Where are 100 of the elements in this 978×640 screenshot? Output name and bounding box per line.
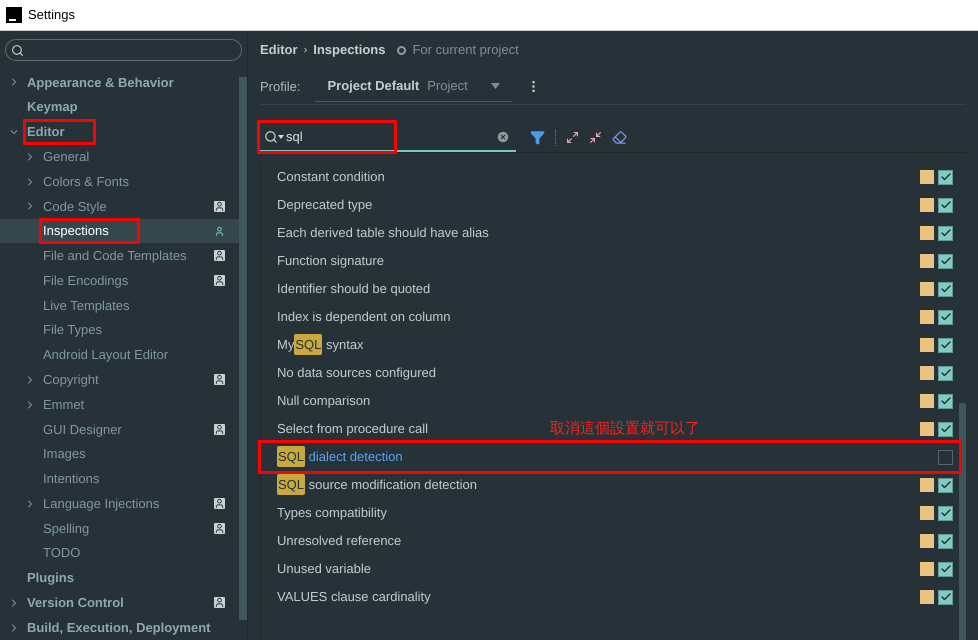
severity-marker [920,478,934,492]
sidebar-item[interactable]: Copyright [0,367,239,392]
expand-all-icon[interactable] [566,131,579,144]
inspection-name: Unresolved reference [277,532,402,550]
inspection-row[interactable]: VALUES clause cardinality [261,583,959,611]
inspection-row[interactable]: Constant condition [261,163,959,191]
sidebar-item-label: TODO [42,544,82,562]
sidebar-item-label: Android Layout Editor [42,346,170,364]
checkbox[interactable] [938,590,953,604]
checkbox[interactable] [938,506,953,520]
inspection-name: Each derived table should have alias [277,224,489,242]
sidebar-item[interactable]: GUI Designer [0,416,239,442]
checkbox[interactable] [938,254,953,268]
sidebar-item[interactable]: Spelling [0,516,239,541]
breadcrumb-parent[interactable]: Editor [260,40,298,60]
profile-dropdown[interactable]: Project Default Project [315,72,512,102]
sidebar-item-label: Intentions [42,470,100,488]
sidebar-item[interactable]: File Encodings [0,268,239,294]
clear-icon[interactable] [496,130,510,144]
sidebar-item[interactable]: File and Code Templates [0,243,239,268]
inspection-name: SQL dialect detection [277,447,403,467]
inspection-row[interactable]: Each derived table should have alias [261,219,959,247]
sidebar-item[interactable]: Appearance & Behavior [0,70,239,95]
inspection-row[interactable]: MySQL syntax [261,331,959,359]
sidebar-item[interactable]: Version Control [0,590,239,616]
sidebar-item-label: Live Templates [42,296,130,315]
checkbox[interactable] [938,226,953,240]
inspection-row[interactable]: Unresolved reference [261,527,959,555]
sidebar-item-label: Emmet [42,396,86,414]
inspection-name: Identifier should be quoted [277,280,430,298]
check-icon [940,199,952,211]
sidebar-item-label: Plugins [26,569,75,588]
sidebar-item[interactable]: Intentions [0,466,239,492]
sidebar-item[interactable]: Inspections [0,218,239,244]
inspection-row[interactable]: Deprecated type [261,191,959,219]
sidebar-item[interactable]: Plugins [0,566,239,590]
checkbox[interactable] [938,422,953,436]
inspection-row[interactable]: No data sources configured [261,359,959,387]
profile-label: Profile: [260,78,300,96]
checkbox[interactable] [938,198,953,212]
inspection-row[interactable]: SQL source modification detection [261,471,959,499]
inspection-row[interactable]: Unused variable [261,555,959,583]
inspection-row[interactable]: Identifier should be quoted [261,275,959,303]
severity-marker [920,310,934,324]
check-icon [940,395,952,407]
inspection-row[interactable]: SQL dialect detection [261,443,959,471]
sidebar-item-label: File and Code Templates [42,247,188,266]
checkbox[interactable] [938,170,953,184]
checkbox[interactable] [938,338,953,352]
checkbox[interactable] [938,394,953,408]
sidebar-item[interactable]: Colors & Fonts [0,169,239,194]
inspection-name: Null comparison [277,392,370,410]
sidebar-item[interactable]: Images [0,442,239,466]
sidebar-item[interactable]: TODO [0,540,239,566]
sidebar-item-label: Build, Execution, Deployment [26,618,212,637]
checkbox[interactable] [938,562,953,576]
sidebar-item-label: Code Style [42,198,108,216]
checkbox[interactable] [938,478,953,492]
checkbox[interactable] [938,450,953,464]
checkbox[interactable] [938,534,953,548]
inspection-row[interactable]: Index is dependent on column [261,303,959,331]
checkbox[interactable] [938,310,953,324]
breadcrumb-separator: › [304,42,308,58]
sidebar-item[interactable]: Live Templates [0,293,239,318]
checkbox[interactable] [938,366,953,380]
sidebar-item-label: File Types [42,321,104,340]
sidebar-item-label: Editor [26,122,93,142]
search-icon [11,44,24,56]
sidebar-item[interactable]: File Types [0,318,239,343]
severity-marker [920,590,934,604]
inspection-name: Function signature [277,252,384,270]
scrollbar[interactable] [239,77,247,620]
sidebar-item[interactable]: Emmet [0,392,239,417]
eraser-icon[interactable] [612,130,627,145]
search-field[interactable] [5,39,242,61]
inspection-row[interactable]: Types compatibility [261,499,959,527]
sidebar-item[interactable]: Language Injections [0,491,239,516]
severity-marker [920,534,934,548]
filter-field[interactable]: sql [286,126,376,146]
inspection-name: Constant condition [277,168,385,186]
sidebar-item[interactable]: Editor [0,120,239,144]
window-title: Settings [28,6,75,24]
sidebar-item-label: Colors & Fonts [42,172,130,191]
inspection-name: Index is dependent on column [277,308,450,326]
scrollbar[interactable] [959,403,966,640]
sidebar-item[interactable]: Build, Execution, Deployment [0,615,239,640]
sidebar-item[interactable]: Keymap [0,94,239,120]
inspection-row[interactable]: Null comparison [261,387,959,415]
collapse-all-icon[interactable] [589,131,602,144]
inspection-name: Types compatibility [277,504,387,522]
inspection-row[interactable]: Function signature [261,247,959,275]
annotation-note: 取消這個設置就可以了 [550,418,700,439]
sidebar-item[interactable]: General [0,144,239,170]
checkbox[interactable] [938,282,953,296]
inspection-row[interactable]: Select from procedure call 取消這個設置就可以了 [261,415,959,443]
filter-icon[interactable] [530,130,545,145]
severity-marker [920,226,934,240]
inspection-name: SQL source modification detection [277,475,477,495]
sidebar-item[interactable]: Code Style [0,194,239,219]
sidebar-item[interactable]: Android Layout Editor [0,342,239,368]
